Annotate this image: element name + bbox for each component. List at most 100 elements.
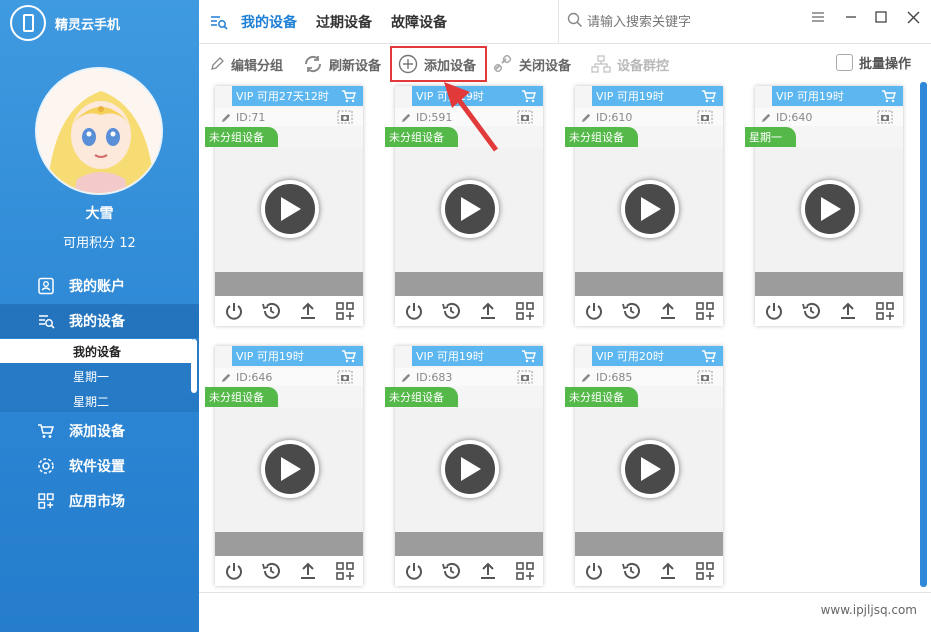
apps-add-icon[interactable] xyxy=(333,559,357,583)
device-card[interactable]: VIP 可用19时 ID:640 星期一 xyxy=(745,86,903,326)
camera-icon[interactable] xyxy=(517,110,533,127)
subnav-monday[interactable]: 星期一 xyxy=(0,364,192,388)
apps-add-icon[interactable] xyxy=(513,559,537,583)
cart-icon[interactable] xyxy=(881,89,897,106)
cart-icon[interactable] xyxy=(701,349,717,366)
device-screen[interactable] xyxy=(575,148,723,272)
device-screen[interactable] xyxy=(395,408,543,532)
nav-settings[interactable]: 软件设置 xyxy=(0,449,199,483)
pencil-icon[interactable] xyxy=(401,372,412,383)
edit-group-button[interactable]: 编辑分组 xyxy=(209,52,283,76)
maximize-button[interactable] xyxy=(869,6,893,28)
nav-add-device[interactable]: 添加设备 xyxy=(0,414,199,448)
camera-icon[interactable] xyxy=(697,370,713,387)
apps-add-icon[interactable] xyxy=(513,299,537,323)
cart-icon[interactable] xyxy=(701,89,717,106)
history-icon[interactable] xyxy=(259,559,283,583)
pencil-icon[interactable] xyxy=(761,112,772,123)
device-card[interactable]: VIP 可用19时 ID:610 未分组设备 xyxy=(565,86,723,326)
search-input[interactable] xyxy=(587,14,787,30)
upload-icon[interactable] xyxy=(656,559,680,583)
tab-my-devices[interactable]: 我的设备 xyxy=(241,12,297,32)
upload-icon[interactable] xyxy=(836,299,860,323)
group-control-button[interactable]: 设备群控 xyxy=(591,52,669,76)
power-icon[interactable] xyxy=(402,559,426,583)
device-screen[interactable] xyxy=(215,148,363,272)
device-card[interactable]: VIP 可用19时 ID:646 未分组设备 xyxy=(205,346,363,586)
apps-add-icon[interactable] xyxy=(693,559,717,583)
vip-label: VIP 可用19时 xyxy=(416,350,484,363)
history-icon[interactable] xyxy=(259,299,283,323)
cart-icon[interactable] xyxy=(341,349,357,366)
power-icon[interactable] xyxy=(222,559,246,583)
power-icon[interactable] xyxy=(402,299,426,323)
nav-my-account[interactable]: 我的账户 xyxy=(0,269,199,303)
camera-icon[interactable] xyxy=(337,110,353,127)
device-card[interactable]: VIP 可用20时 ID:685 未分组设备 xyxy=(565,346,723,586)
power-icon[interactable] xyxy=(762,299,786,323)
edit-group-label: 编辑分组 xyxy=(231,58,284,74)
play-icon[interactable] xyxy=(621,440,679,498)
camera-icon[interactable] xyxy=(517,370,533,387)
upload-icon[interactable] xyxy=(296,299,320,323)
tab-expired-devices[interactable]: 过期设备 xyxy=(316,12,372,32)
pencil-icon[interactable] xyxy=(221,372,232,383)
pencil-icon[interactable] xyxy=(221,112,232,123)
upload-icon[interactable] xyxy=(476,559,500,583)
play-icon[interactable] xyxy=(441,180,499,238)
device-screen[interactable] xyxy=(755,148,903,272)
close-button[interactable] xyxy=(901,6,925,28)
apps-add-icon[interactable] xyxy=(333,299,357,323)
pencil-icon[interactable] xyxy=(401,112,412,123)
avatar[interactable] xyxy=(35,67,163,195)
close-devices-button[interactable]: 关闭设备 xyxy=(493,52,571,76)
cart-icon[interactable] xyxy=(341,89,357,106)
device-card[interactable]: VIP 可用19时 ID:683 未分组设备 xyxy=(385,346,543,586)
camera-icon[interactable] xyxy=(697,110,713,127)
content-scrollbar[interactable] xyxy=(920,82,927,587)
batch-operation-checkbox[interactable]: 批量操作 xyxy=(836,53,911,72)
history-icon[interactable] xyxy=(619,559,643,583)
history-icon[interactable] xyxy=(439,299,463,323)
power-icon[interactable] xyxy=(582,559,606,583)
pencil-icon[interactable] xyxy=(581,372,592,383)
group-tag: 星期一 xyxy=(745,127,796,147)
pencil-icon[interactable] xyxy=(581,112,592,123)
nav-label: 我的账户 xyxy=(69,279,125,295)
camera-icon[interactable] xyxy=(877,110,893,127)
play-icon[interactable] xyxy=(801,180,859,238)
device-screen[interactable] xyxy=(215,408,363,532)
cart-icon[interactable] xyxy=(521,89,537,106)
play-icon[interactable] xyxy=(261,180,319,238)
subnav-scrollbar[interactable] xyxy=(191,339,197,393)
upload-icon[interactable] xyxy=(476,299,500,323)
power-icon[interactable] xyxy=(222,299,246,323)
device-card[interactable]: VIP 可用27天12时 ID:71 未分组设备 xyxy=(205,86,363,326)
play-icon[interactable] xyxy=(441,440,499,498)
subnav-tuesday[interactable]: 星期二 xyxy=(0,389,192,413)
play-icon[interactable] xyxy=(621,180,679,238)
minimize-button[interactable] xyxy=(839,6,863,28)
history-icon[interactable] xyxy=(799,299,823,323)
history-icon[interactable] xyxy=(439,559,463,583)
history-icon[interactable] xyxy=(619,299,643,323)
play-icon[interactable] xyxy=(261,440,319,498)
search-box xyxy=(558,0,798,44)
checkbox[interactable] xyxy=(836,54,853,71)
subnav-my-devices[interactable]: 我的设备 xyxy=(0,339,192,363)
apps-add-icon[interactable] xyxy=(693,299,717,323)
upload-icon[interactable] xyxy=(656,299,680,323)
subnav-label: 星期二 xyxy=(73,394,110,409)
device-screen[interactable] xyxy=(395,148,543,272)
menu-icon[interactable] xyxy=(806,6,830,28)
cart-icon[interactable] xyxy=(521,349,537,366)
upload-icon[interactable] xyxy=(296,559,320,583)
camera-icon[interactable] xyxy=(337,370,353,387)
tab-faulty-devices[interactable]: 故障设备 xyxy=(391,12,447,32)
nav-app-market[interactable]: 应用市场 xyxy=(0,484,199,518)
device-screen[interactable] xyxy=(575,408,723,532)
apps-add-icon[interactable] xyxy=(873,299,897,323)
nav-my-devices[interactable]: 我的设备 xyxy=(0,304,199,338)
power-icon[interactable] xyxy=(582,299,606,323)
refresh-devices-button[interactable]: 刷新设备 xyxy=(303,52,381,76)
